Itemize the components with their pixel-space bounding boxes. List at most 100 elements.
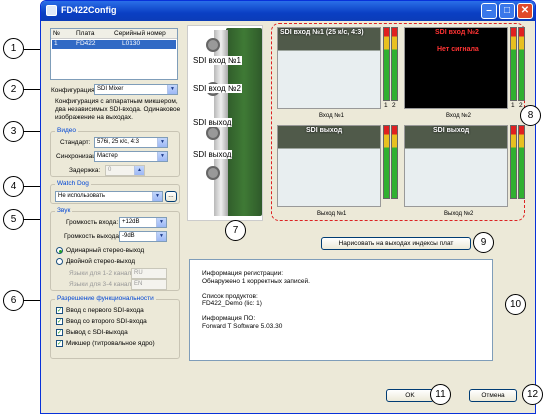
window: FD422Config – □ ✕ № Плата Серийный номер… — [40, 0, 536, 414]
preview-4[interactable]: SDI выход — [404, 125, 508, 207]
ch12-label: Языки для 1-2 каналов: — [69, 270, 141, 277]
board-label-1: SDI вход №1 — [192, 56, 242, 65]
meter-2-label: 2 — [392, 102, 396, 109]
preview-2-caption: Вход №2 — [446, 113, 472, 119]
callout-9: 9 — [473, 232, 494, 253]
preview-2-overlay: SDI вход №2 — [435, 29, 479, 36]
functions-group: Разрешение функциональности ✓ Ввод с пер… — [50, 295, 180, 359]
callout-6: 6 — [3, 290, 24, 311]
preview-2[interactable]: SDI вход №2 Нет сигнала — [404, 27, 508, 109]
board-image: SDI вход №1 SDI вход №2 SDI выход SDI вы… — [187, 25, 263, 221]
dual-stereo-label: Двойной стерео-выход — [66, 258, 136, 265]
watchdog-more-button[interactable]: ... — [165, 191, 177, 202]
mono-stereo-radio[interactable] — [56, 247, 63, 254]
sound-title: Звук — [55, 207, 73, 214]
functions-title: Разрешение функциональности — [55, 295, 156, 302]
sync-select[interactable]: Мастер ▼ — [94, 151, 168, 162]
func-checkbox-1[interactable]: ✓ — [56, 307, 63, 314]
callout-11: 11 — [430, 384, 451, 405]
window-title: FD422Config — [61, 5, 117, 15]
preview-4-meter-2 — [518, 125, 525, 199]
standard-select[interactable]: 576i, 25 к/с, 4:3 ▼ — [94, 137, 168, 148]
board-label-3: SDI выход — [192, 118, 233, 127]
delay-label: Задержка: — [69, 167, 101, 174]
meter-1-label: 1 — [384, 102, 388, 109]
preview-3-meter-2 — [391, 125, 398, 199]
boards-table[interactable]: № Плата Серийный номер 1 FD422 L0130 — [50, 28, 178, 80]
mono-stereo-label: Одинарный стерео-выход — [66, 247, 145, 254]
preview-4-overlay: SDI выход — [433, 127, 470, 134]
meter-3-label: 1 — [511, 102, 515, 109]
table-row[interactable]: 1 FD422 L0130 — [52, 40, 176, 49]
preview-2-meter-2 — [518, 27, 525, 101]
output-volume-label: Громкость выхода: — [64, 233, 121, 240]
col-number[interactable]: № — [53, 30, 60, 37]
callout-5: 5 — [3, 209, 24, 230]
func-label-3: Вывод с SDI-выхода — [66, 329, 128, 336]
delay-spinner[interactable]: 0 ▲ — [105, 165, 145, 176]
bnc-connector-3 — [206, 126, 220, 140]
preview-1-meter-1 — [383, 27, 390, 101]
info-panel[interactable]: Информация регистрации: Обнаружено 1 кор… — [189, 259, 493, 361]
dual-stereo-radio[interactable] — [56, 258, 63, 265]
ok-button[interactable]: OK — [386, 389, 434, 402]
board-label-4: SDI выход — [192, 150, 233, 159]
func-label-1: Ввод с первого SDI-входа — [66, 307, 144, 314]
config-select[interactable]: SDI Mixer ▼ — [94, 84, 178, 95]
preview-1-overlay: SDI вход №1 (25 к/с, 4:3) — [280, 29, 364, 36]
callout-10: 10 — [505, 294, 526, 315]
maximize-icon[interactable]: □ — [499, 3, 515, 19]
callout-4: 4 — [3, 176, 24, 197]
row-number: 1 — [54, 40, 58, 47]
preview-3[interactable]: SDI выход — [277, 125, 381, 207]
preview-3-overlay: SDI выход — [306, 127, 343, 134]
callout-7: 7 — [225, 220, 246, 241]
title-bar: FD422Config – □ ✕ — [41, 1, 535, 21]
callout-3: 3 — [3, 121, 24, 142]
callout-12: 12 — [522, 384, 543, 405]
callout-8: 8 — [520, 105, 541, 126]
ch34-label: Языки для 3-4 каналов: — [69, 281, 141, 288]
standard-label: Стандарт: — [60, 139, 91, 146]
col-serial[interactable]: Серийный номер — [114, 30, 166, 37]
preview-3-meter-1 — [383, 125, 390, 199]
watchdog-select[interactable]: Не использовать ▼ — [55, 191, 163, 202]
func-label-4: Микшер (титровальное ядро) — [66, 340, 155, 347]
board-label-2: SDI вход №2 — [192, 84, 242, 93]
preview-4-caption: Выход №2 — [444, 211, 474, 217]
func-label-2: Ввод со второго SDI-входа — [66, 318, 147, 325]
close-icon[interactable]: ✕ — [517, 3, 533, 19]
bnc-connector-4 — [206, 166, 220, 180]
input-volume-label: Громкость входа: — [66, 219, 119, 226]
watchdog-title: Watch Dog — [55, 180, 91, 187]
ch34-field[interactable]: EN — [131, 279, 167, 290]
cancel-button[interactable]: Отмена — [469, 389, 517, 402]
preview-2-meter-1 — [510, 27, 517, 101]
watchdog-group: Watch Dog Не использовать ▼ ... — [50, 180, 180, 204]
video-title: Видео — [55, 127, 78, 134]
preview-4-meter-1 — [510, 125, 517, 199]
bnc-connector-1 — [206, 38, 220, 52]
preview-2-no-signal: Нет сигнала — [437, 46, 479, 53]
config-label: Конфигурация: — [51, 87, 97, 94]
col-board[interactable]: Плата — [76, 30, 94, 37]
func-checkbox-3[interactable]: ✓ — [56, 329, 63, 336]
video-group: Видео Стандарт: 576i, 25 к/с, 4:3 ▼ Синхр… — [50, 127, 180, 177]
draw-indexes-button[interactable]: Нарисовать на выходах индексы плат — [321, 237, 471, 250]
output-volume-select[interactable]: -9dB ▼ — [119, 231, 167, 242]
sound-group: Звук Громкость входа: +12dB ▼ Громкость в… — [50, 207, 180, 291]
preview-1-caption: Вход №1 — [319, 113, 345, 119]
preview-3-caption: Выход №1 — [317, 211, 347, 217]
table-header: № Плата Серийный номер — [51, 29, 177, 39]
row-board: FD422 — [76, 40, 96, 47]
func-checkbox-4[interactable]: ✓ — [56, 340, 63, 347]
func-checkbox-2[interactable]: ✓ — [56, 318, 63, 325]
callout-1: 1 — [3, 38, 24, 59]
minimize-icon[interactable]: – — [481, 3, 497, 19]
app-icon — [46, 5, 57, 16]
input-volume-select[interactable]: +12dB ▼ — [119, 217, 167, 228]
preview-1[interactable]: SDI вход №1 (25 к/с, 4:3) — [277, 27, 381, 109]
preview-1-meter-2 — [391, 27, 398, 101]
ch12-field[interactable]: RU — [131, 268, 167, 279]
config-description: Конфигурация с аппаратным микшером, два … — [55, 98, 181, 121]
